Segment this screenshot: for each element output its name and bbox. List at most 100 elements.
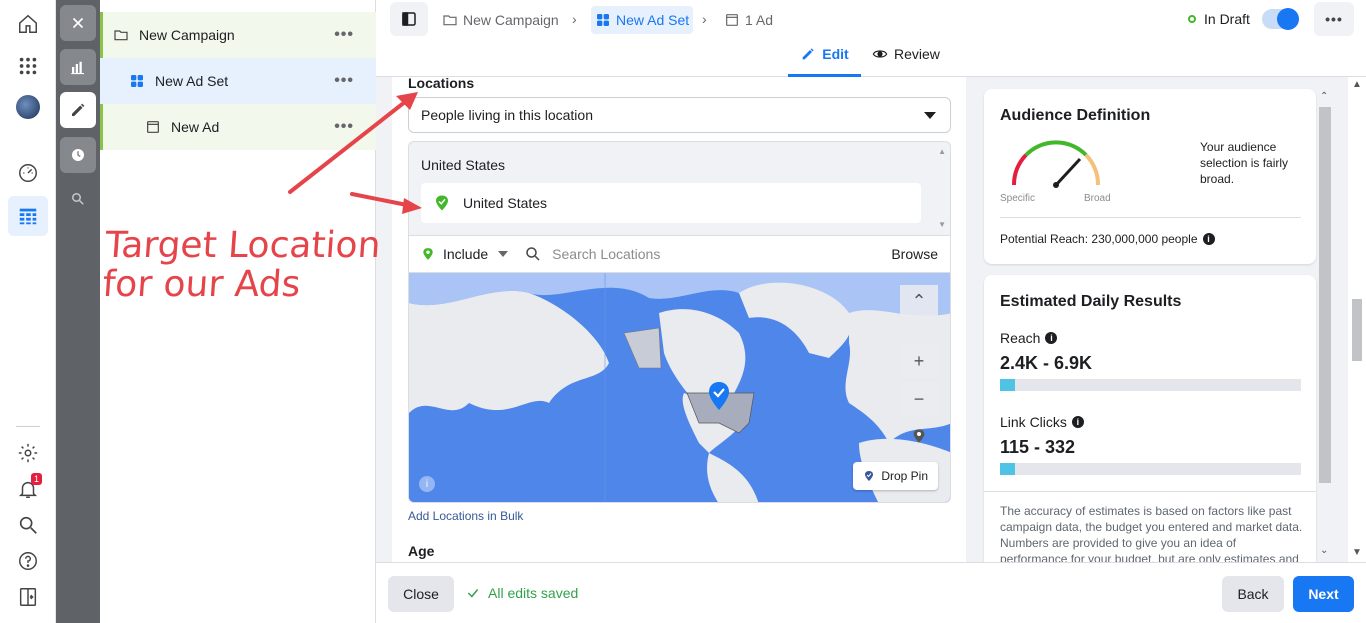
reach-label-row: Reach i xyxy=(1000,330,1058,346)
include-dropdown[interactable]: Include xyxy=(421,246,509,262)
save-status: All edits saved xyxy=(466,585,578,601)
map-locate-icon[interactable] xyxy=(906,423,932,449)
potential-reach-row: Potential Reach: 230,000,000 people i xyxy=(1000,232,1215,246)
map-zoom-in-button[interactable]: + xyxy=(900,345,938,377)
back-button[interactable]: Back xyxy=(1222,576,1284,612)
caret-down-icon xyxy=(498,251,509,257)
location-type-select[interactable]: People living in this location xyxy=(408,97,951,133)
pencil-icon xyxy=(72,103,85,116)
tab-edit[interactable]: Edit xyxy=(788,46,861,77)
add-locations-bulk-link[interactable]: Add Locations in Bulk xyxy=(408,509,523,523)
map-pin-icon xyxy=(709,382,729,410)
breadcrumb-adset[interactable]: New Ad Set xyxy=(591,6,694,34)
breadcrumb-ad[interactable]: 1 Ad xyxy=(724,6,773,34)
notifications-bell-icon[interactable]: 1 xyxy=(8,469,48,509)
tab-review[interactable]: Review xyxy=(872,46,940,77)
clicks-progress-bar xyxy=(1000,463,1301,475)
ad-page-icon xyxy=(147,121,159,133)
tool-strip xyxy=(56,0,100,623)
header-more-button[interactable]: ••• xyxy=(1314,2,1354,36)
info-icon[interactable]: i xyxy=(1071,416,1084,428)
summary-scrollbar[interactable]: ⌃ ⌄ xyxy=(1316,91,1332,562)
campaign-more-button[interactable]: ••• xyxy=(334,26,354,44)
close-editor-button[interactable] xyxy=(60,5,96,41)
close-button[interactable]: Close xyxy=(388,576,454,612)
settings-gear-icon[interactable] xyxy=(8,433,48,473)
apps-grid-icon[interactable] xyxy=(8,46,48,86)
report-panel-icon[interactable] xyxy=(8,577,48,617)
selected-locations-box: United States United States ▲ ▼ xyxy=(408,141,951,235)
search-icon xyxy=(526,247,540,261)
reach-progress-bar xyxy=(1000,379,1301,391)
location-type-value: People living in this location xyxy=(421,107,593,123)
selected-location-item[interactable]: United States xyxy=(421,183,921,223)
ad-name: New Ad xyxy=(171,119,220,135)
scroll-up-icon[interactable]: ⌃ xyxy=(1320,91,1328,102)
scroll-up-icon[interactable]: ▲ xyxy=(938,147,946,156)
include-label: Include xyxy=(443,246,489,262)
scroll-down-icon[interactable]: ▼ xyxy=(938,220,946,229)
location-map[interactable]: ⌃ + − i Drop Pin xyxy=(408,272,951,503)
selected-location-label: United States xyxy=(463,195,548,211)
dashboard-gauge-icon[interactable] xyxy=(8,153,48,193)
publish-toggle[interactable] xyxy=(1262,8,1299,30)
page-scrollbar[interactable]: ▲ ▼ xyxy=(1348,77,1366,562)
history-button[interactable] xyxy=(60,137,96,173)
home-icon[interactable] xyxy=(8,4,48,44)
ad-more-button[interactable]: ••• xyxy=(334,118,354,136)
audience-title: Audience Definition xyxy=(1000,107,1151,124)
help-icon[interactable] xyxy=(8,541,48,581)
ads-manager-table-icon[interactable] xyxy=(8,196,48,236)
chevron-right-icon: › xyxy=(702,11,707,27)
scroll-down-icon[interactable]: ⌄ xyxy=(1320,545,1328,556)
avatar xyxy=(16,95,40,119)
inspect-button[interactable] xyxy=(60,181,96,217)
right-summary-panel: Audience Definition Specific Broad Your … xyxy=(966,77,1366,562)
next-button[interactable]: Next xyxy=(1293,576,1354,612)
drop-pin-button[interactable]: Drop Pin xyxy=(853,462,938,490)
save-status-label: All edits saved xyxy=(488,585,579,601)
search-icon[interactable] xyxy=(8,505,48,545)
map-zoom-out-button[interactable]: − xyxy=(900,383,938,415)
potential-reach-text: Potential Reach: 230,000,000 people xyxy=(1000,232,1198,246)
adset-more-button[interactable]: ••• xyxy=(334,72,354,90)
caret-down-icon xyxy=(924,112,936,119)
tree-item-campaign[interactable]: New Campaign ••• xyxy=(100,12,376,58)
scrollbar-thumb[interactable] xyxy=(1319,107,1331,483)
card-divider xyxy=(1000,217,1301,218)
adset-grid-icon xyxy=(131,75,143,87)
reach-progress-fill xyxy=(1000,379,1016,391)
map-info-icon[interactable]: i xyxy=(419,476,435,492)
scroll-down-icon[interactable]: ▼ xyxy=(1352,547,1362,558)
breadcrumb-campaign[interactable]: New Campaign xyxy=(442,6,559,34)
tab-review-label: Review xyxy=(894,46,940,62)
adset-form: Locations People living in this location… xyxy=(392,77,966,562)
campaign-tree: New Campaign ••• New Ad Set ••• New Ad •… xyxy=(100,0,376,623)
browse-link[interactable]: Browse xyxy=(891,246,938,262)
tree-item-adset[interactable]: New Ad Set ••• xyxy=(100,58,376,104)
folder-icon xyxy=(114,30,128,41)
reach-label: Reach xyxy=(1000,330,1041,346)
scrollbar-thumb[interactable] xyxy=(1352,299,1362,361)
scroll-up-icon[interactable]: ▲ xyxy=(1352,79,1362,90)
edit-button[interactable] xyxy=(60,92,96,128)
annotation-line-2: for our Ads xyxy=(101,264,302,305)
editor-footer: Close All edits saved Back Next xyxy=(376,562,1366,623)
sidebar-toggle-icon xyxy=(402,12,416,26)
charts-button[interactable] xyxy=(60,49,96,85)
folder-icon xyxy=(443,15,457,26)
info-icon[interactable]: i xyxy=(1045,332,1058,344)
clicks-label-row: Link Clicks i xyxy=(1000,414,1084,430)
adset-name: New Ad Set xyxy=(155,73,229,89)
estimated-daily-results-card: Estimated Daily Results Reach i 2.4K - 6… xyxy=(984,275,1316,562)
global-nav: 1 xyxy=(0,0,56,623)
pin-icon xyxy=(865,471,874,481)
info-icon[interactable]: i xyxy=(1202,233,1215,245)
tree-item-ad[interactable]: New Ad ••• xyxy=(100,104,376,150)
map-collapse-button[interactable]: ⌃ xyxy=(900,285,938,317)
location-search-input[interactable]: Search Locations xyxy=(524,245,660,263)
clock-icon xyxy=(72,149,84,161)
account-avatar[interactable] xyxy=(8,87,48,127)
toggle-panel-button[interactable] xyxy=(390,2,428,36)
nav-divider xyxy=(16,426,40,427)
